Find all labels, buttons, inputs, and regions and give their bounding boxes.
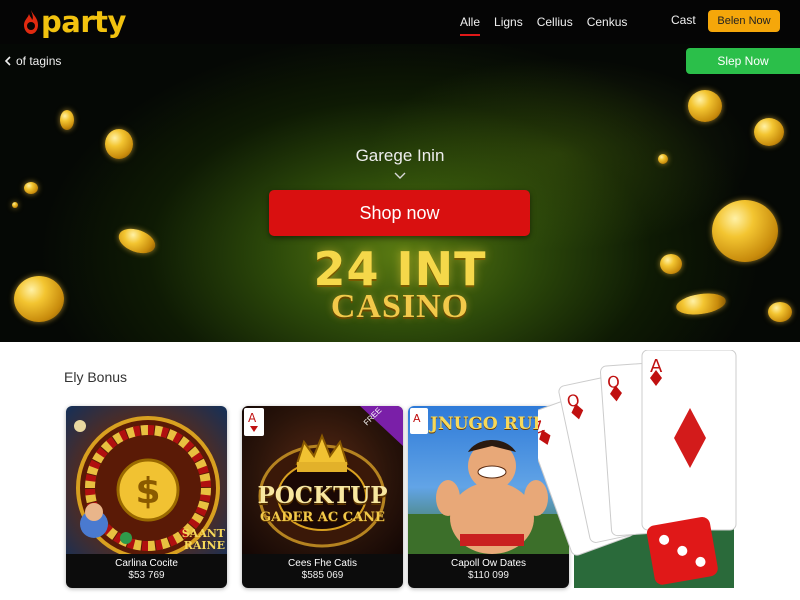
shop-now-button[interactable]: Shop now xyxy=(269,190,530,236)
gold-coin-decoration xyxy=(24,182,38,194)
nav-item-cellius[interactable]: Cellius xyxy=(537,15,573,29)
chevron-left-icon xyxy=(4,56,11,66)
roulette-crown-icon: A xyxy=(244,406,403,548)
brand-logo[interactable]: party xyxy=(22,4,126,40)
header-cta-button[interactable]: Belen Now xyxy=(708,10,780,32)
back-link-label: of tagins xyxy=(16,54,62,68)
gold-coin-decoration xyxy=(754,118,784,146)
nav-item-ligns[interactable]: Ligns xyxy=(494,15,523,29)
game-card[interactable]: A FREE POCKTUP GADER AC CANE Cees Fhe Ca… xyxy=(242,406,403,588)
gold-coin-decoration xyxy=(688,90,722,122)
game-card-name: Cees Fhe Catis xyxy=(288,558,357,569)
flame-icon xyxy=(24,10,38,34)
svg-text:A: A xyxy=(413,412,421,425)
chevron-down-icon xyxy=(394,172,406,179)
playing-cards-dice-illustration: Z Q Q A xyxy=(538,350,737,588)
game-card-name: Carlina Cocite xyxy=(115,558,178,569)
game-card-footer: Cees Fhe Catis $585 069 xyxy=(242,554,403,588)
cart-link[interactable]: Cast xyxy=(671,13,696,27)
hero-subtitle: CASINO xyxy=(330,288,470,325)
game-card-footer: Carlina Cocite $53 769 xyxy=(66,554,227,588)
signup-button[interactable]: Slep Now xyxy=(686,48,800,74)
top-navbar: party Alle Ligns Cellius Cenkus Cast Bel… xyxy=(0,0,800,44)
game-card-amount: $53 769 xyxy=(128,570,165,581)
svg-text:$: $ xyxy=(135,471,160,512)
game-card[interactable]: $ SAANT RAINE Carlina Cocite $53 769 xyxy=(66,406,227,588)
game-card-art: A FREE POCKTUP GADER AC CANE xyxy=(242,406,403,554)
nav-item-alle[interactable]: Alle xyxy=(460,15,481,36)
sub-navbar: of tagins Slep Now xyxy=(0,44,800,76)
back-link[interactable]: of tagins xyxy=(4,54,61,68)
section-title: Ely Bonus xyxy=(64,369,128,385)
gold-coin-decoration xyxy=(60,110,74,130)
game-card-art-line1: POCKTUP xyxy=(257,482,388,509)
game-card-amount: $585 069 xyxy=(301,570,344,581)
hero-banner: of tagins Slep Now Garege Inin Shop now … xyxy=(0,44,800,342)
nav-item-cenkus[interactable]: Cenkus xyxy=(587,15,628,29)
logo-wordmark: party xyxy=(41,5,126,39)
gold-coin-decoration xyxy=(12,202,18,208)
hero-kicker: Garege Inin xyxy=(355,146,445,165)
game-card-art: $ SAANT RAINE xyxy=(66,406,227,560)
svg-text:A: A xyxy=(248,411,257,425)
main-nav: Alle Ligns Cellius Cenkus xyxy=(460,0,641,44)
game-card-art-line2: GADER AC CANE xyxy=(260,510,385,525)
game-card-art-text: SAANT RAINE xyxy=(181,527,225,552)
